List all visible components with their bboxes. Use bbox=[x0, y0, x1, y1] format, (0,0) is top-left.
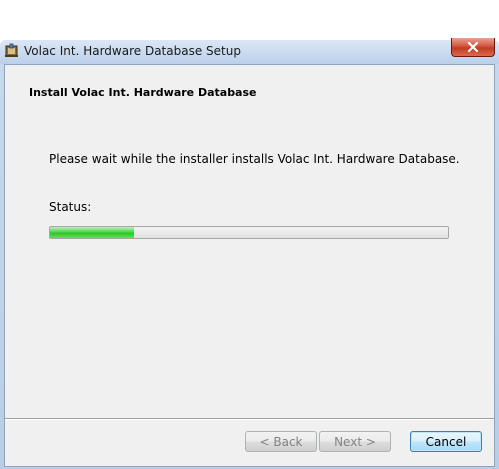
progress-message: Please wait while the installer installs… bbox=[49, 152, 460, 166]
status-label: Status: bbox=[49, 200, 92, 214]
next-button[interactable]: Next > bbox=[319, 431, 391, 452]
close-button[interactable] bbox=[451, 38, 495, 57]
installer-icon bbox=[4, 43, 20, 59]
install-progress-bar bbox=[49, 226, 449, 239]
page-title: Install Volac Int. Hardware Database bbox=[29, 86, 257, 99]
header-banner: Install Volac Int. Hardware Database bbox=[5, 65, 494, 122]
title-bar[interactable]: Volac Int. Hardware Database Setup bbox=[0, 38, 499, 64]
progress-fill bbox=[50, 227, 134, 238]
back-button[interactable]: < Back bbox=[245, 431, 317, 452]
window-title: Volac Int. Hardware Database Setup bbox=[24, 44, 241, 58]
close-icon bbox=[467, 42, 479, 52]
dialog-body: Install Volac Int. Hardware Database Ple… bbox=[4, 64, 495, 467]
cancel-button[interactable]: Cancel bbox=[410, 431, 482, 452]
installer-window: Volac Int. Hardware Database Setup Insta… bbox=[0, 38, 499, 469]
screen: Volac Int. Hardware Database Setup Insta… bbox=[0, 0, 499, 469]
footer-divider bbox=[5, 418, 494, 420]
